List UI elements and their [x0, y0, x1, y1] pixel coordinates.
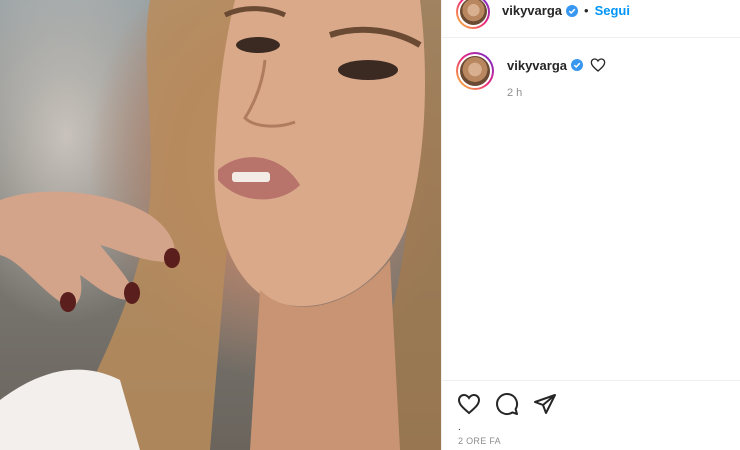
caption-username[interactable]: vikyvarga — [507, 58, 567, 73]
portrait-illustration — [0, 0, 441, 450]
heart-icon[interactable] — [457, 392, 481, 416]
follow-button[interactable]: Segui — [595, 3, 630, 18]
likes-placeholder: . — [458, 422, 461, 433]
verified-badge-icon — [571, 59, 583, 71]
header-separator: • — [584, 3, 589, 18]
caption-avatar[interactable] — [456, 52, 494, 90]
verified-badge-icon — [566, 4, 578, 17]
post-header: vikyvarga • Segui — [442, 0, 740, 38]
caption-row: vikyvarga 2 h — [456, 52, 606, 99]
comment-bubble-icon[interactable] — [495, 392, 519, 416]
paper-plane-icon[interactable] — [533, 392, 557, 416]
author-username[interactable]: vikyvarga — [502, 3, 562, 18]
caption-time[interactable]: 2 h — [507, 87, 606, 99]
post-photo[interactable] — [0, 0, 441, 450]
actions-divider — [442, 380, 740, 381]
like-comment-heart-icon[interactable] — [590, 57, 606, 73]
post-actions — [457, 392, 557, 416]
author-avatar[interactable] — [456, 0, 490, 29]
post-timestamp[interactable]: 2 ORE FA — [458, 436, 501, 446]
post-side-panel: vikyvarga • Segui vikyvarga 2 h . 2 ORE … — [441, 0, 740, 450]
